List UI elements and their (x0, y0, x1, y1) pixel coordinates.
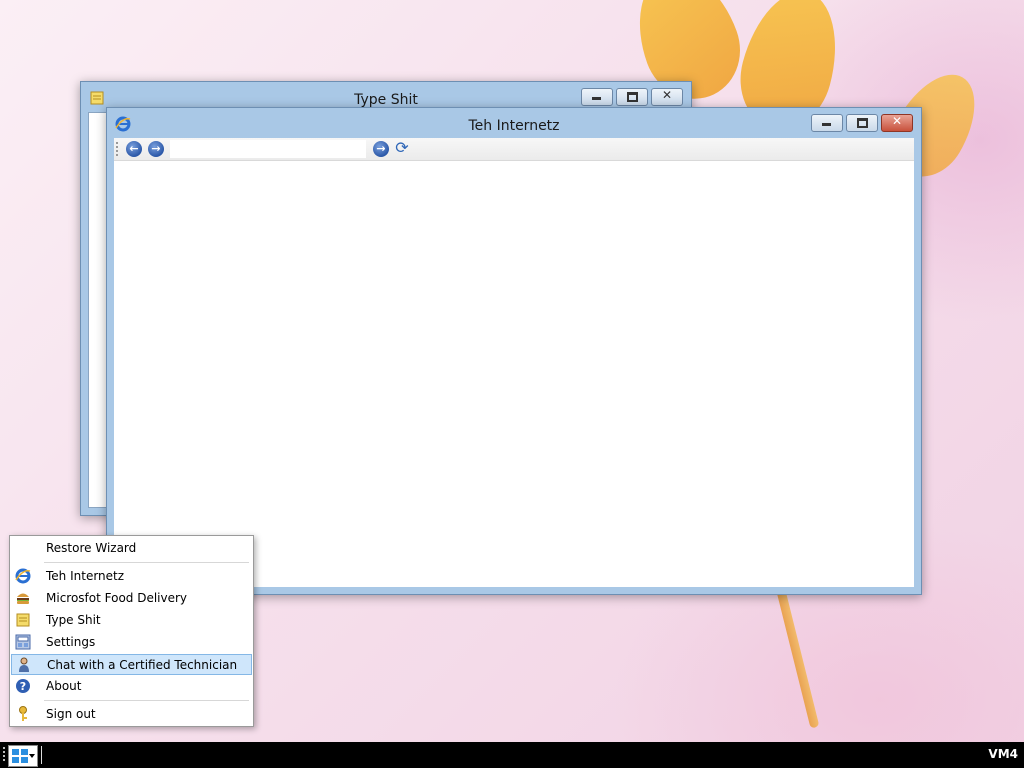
menu-separator (44, 700, 249, 701)
settings-icon (15, 634, 31, 650)
caption-buttons: ✕ (808, 114, 913, 132)
menu-item-food-delivery[interactable]: Microsfot Food Delivery (11, 588, 252, 609)
refresh-icon[interactable]: ⟳ (394, 139, 410, 157)
title-bar[interactable]: Teh Internetz ✕ (107, 108, 921, 136)
start-button[interactable] (8, 745, 38, 767)
menu-item-label: Teh Internetz (46, 569, 125, 583)
menu-item-label: Restore Wizard (46, 541, 137, 555)
maximize-button[interactable] (616, 88, 648, 106)
notepad-icon (15, 612, 31, 628)
close-button[interactable]: ✕ (881, 114, 913, 132)
taskbar: VM4 (0, 742, 1024, 768)
menu-item-label: Microsfot Food Delivery (46, 591, 188, 605)
menu-item-chat-technician[interactable]: Chat with a Certified Technician (11, 654, 252, 675)
forward-arrow-icon[interactable]: → (148, 141, 164, 157)
svg-text:?: ? (20, 680, 26, 693)
menu-item-label: Settings (46, 635, 96, 649)
menu-item-about[interactable]: ? About (11, 676, 252, 697)
title-bar[interactable]: Type Shit ✕ (81, 82, 691, 110)
menu-item-label: Sign out (46, 707, 96, 721)
menu-item-type-shit[interactable]: Type Shit (11, 610, 252, 631)
menu-separator (44, 562, 249, 563)
toolbar-grip[interactable] (116, 142, 118, 156)
close-icon: ✕ (891, 114, 903, 128)
menu-item-label: Type Shit (46, 613, 101, 627)
menu-item-sign-out[interactable]: Sign out (11, 704, 252, 725)
browser-toolbar: ← → → ⟳ (114, 138, 914, 161)
web-content-area[interactable] (114, 161, 914, 587)
back-arrow-icon[interactable]: ← (126, 141, 142, 157)
burger-icon (15, 590, 31, 606)
key-icon (15, 706, 31, 722)
minimize-icon (822, 123, 831, 126)
close-icon: ✕ (661, 88, 673, 102)
close-button[interactable]: ✕ (651, 88, 683, 106)
windows-logo-icon (12, 749, 28, 763)
minimize-button[interactable] (811, 114, 843, 132)
window-title: Teh Internetz (468, 118, 560, 134)
menu-item-restore-wizard[interactable]: Restore Wizard (11, 538, 252, 559)
maximize-icon (627, 92, 638, 102)
menu-item-teh-internetz[interactable]: Teh Internetz (11, 566, 252, 587)
dropdown-caret-icon (29, 754, 35, 758)
start-menu: Restore Wizard Teh Internetz Microsfot F… (9, 535, 254, 727)
menu-item-label: Chat with a Certified Technician (47, 658, 238, 672)
maximize-icon (857, 118, 868, 128)
taskbar-separator (41, 746, 42, 764)
help-icon: ? (15, 678, 31, 694)
taskbar-grip[interactable] (3, 747, 5, 763)
minimize-icon (592, 97, 601, 100)
go-arrow-icon[interactable]: → (373, 141, 389, 157)
address-bar[interactable] (170, 140, 366, 158)
menu-item-settings[interactable]: Settings (11, 632, 252, 653)
system-tray-label: VM4 (988, 747, 1018, 761)
minimize-button[interactable] (581, 88, 613, 106)
internet-explorer-icon (15, 568, 31, 584)
menu-item-label: About (46, 679, 82, 693)
technician-icon (16, 657, 32, 673)
caption-buttons: ✕ (578, 88, 683, 106)
browser-window[interactable]: Teh Internetz ✕ ← → → ⟳ (106, 107, 922, 595)
maximize-button[interactable] (846, 114, 878, 132)
